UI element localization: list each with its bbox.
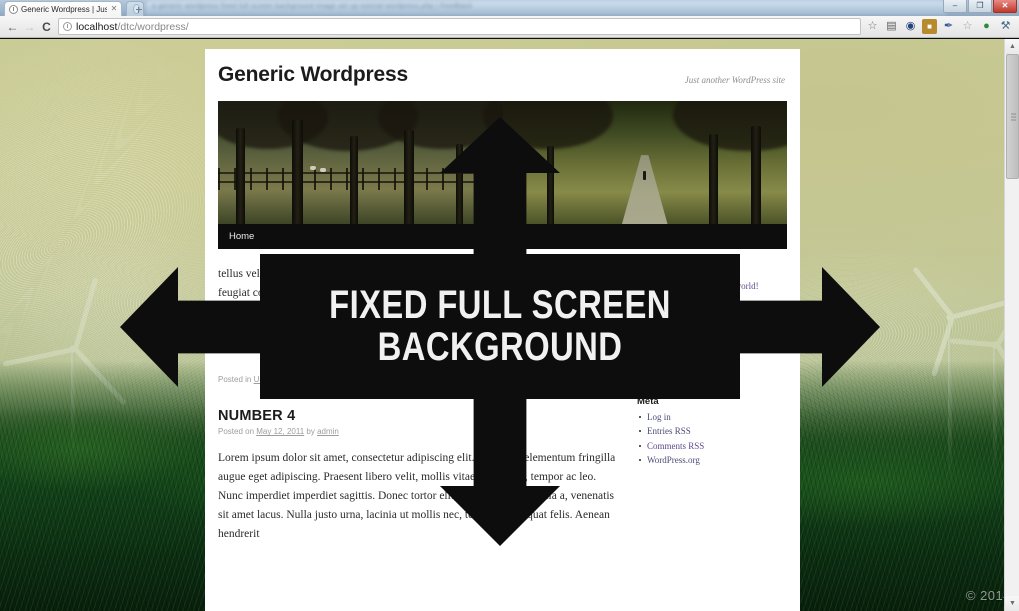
widget-list: Mr WordPress on Hello world!: [637, 279, 787, 294]
new-tab-button[interactable]: [126, 1, 144, 16]
reload-button[interactable]: C: [38, 18, 55, 35]
eyedropper-icon[interactable]: ✒: [941, 19, 956, 34]
category-link[interactable]: Uncategorized: [647, 368, 699, 378]
meta-separator: |: [307, 375, 310, 385]
widget-categories: Categories Uncategorized: [637, 352, 787, 381]
widget-list: May 2011: [637, 323, 787, 338]
list-item: Mr WordPress on Hello world!: [637, 279, 787, 294]
widget-title: Archives: [637, 308, 678, 320]
sidebar: Recent Comments Mr WordPress on Hello wo…: [637, 265, 787, 553]
list-item: May 2011: [637, 323, 787, 338]
browser-toolbar: ← → C localhost/dtc/wordpress/ ☆ ▤ ◉ ■ ✒…: [0, 16, 1019, 38]
comment-author-link[interactable]: Mr WordPress: [647, 281, 699, 291]
list-item: Comments RSS: [637, 439, 787, 454]
list-item: Entries RSS: [637, 424, 787, 439]
page-globe-icon: [63, 22, 72, 31]
background-tab-title: a generic wordpress fixed full screen ba…: [152, 3, 473, 10]
widget-recent-comments: Recent Comments Mr WordPress on Hello wo…: [637, 265, 787, 294]
header-image-left-trees: [218, 101, 508, 224]
list-item: Uncategorized: [637, 366, 787, 381]
post-category-link[interactable]: Uncategorized: [254, 375, 306, 384]
widget-meta: Meta Log in Entries RSS Comments RSS Wor…: [637, 396, 787, 468]
site-content: tellus vel metus sed feugiat. Etiam non …: [218, 249, 787, 553]
meta-wordpress-org-link[interactable]: WordPress.org: [647, 455, 700, 465]
browser-window: a generic wordpress fixed full screen ba…: [0, 0, 1019, 611]
posted-on-label: Posted on: [218, 427, 255, 437]
widget-list: Uncategorized: [637, 366, 787, 381]
meta-login-link[interactable]: Log in: [647, 412, 671, 422]
globe-icon: [9, 4, 18, 14]
maximize-icon: ❐: [976, 1, 984, 10]
arrow-left-icon: ←: [6, 19, 19, 34]
url-path: /dtc/wordpress/: [117, 20, 189, 33]
post-date-2: Posted on May 12, 2011 by admin: [218, 427, 621, 436]
url-host: localhost: [76, 20, 118, 33]
arrow-right-icon: →: [23, 19, 36, 34]
widget-title: Categories: [637, 352, 687, 364]
plus-icon: [133, 4, 142, 14]
close-icon[interactable]: ✕: [110, 5, 118, 13]
wrench-menu-icon[interactable]: ⚒: [998, 19, 1013, 34]
address-bar[interactable]: localhost/dtc/wordpress/: [58, 18, 861, 35]
minimize-button[interactable]: –: [943, 0, 967, 13]
scrollbar-thumb[interactable]: [1006, 54, 1019, 179]
background-tab-blurred[interactable]: a generic wordpress fixed full screen ba…: [146, 1, 946, 15]
bookmark-star-icon[interactable]: ☆: [865, 19, 880, 34]
tabstrip: a generic wordpress fixed full screen ba…: [0, 0, 1019, 16]
browser-tab-active[interactable]: Generic Wordpress | Just an ✕: [4, 1, 122, 16]
window-controls: – ❐ ✕: [943, 0, 1017, 13]
main-column: tellus vel metus sed feugiat. Etiam non …: [218, 265, 621, 553]
image-extension-icon[interactable]: ■: [922, 19, 937, 34]
site-header-image: [218, 101, 787, 224]
posted-in-label: Posted in: [218, 375, 252, 385]
nav-item-home[interactable]: Home: [218, 224, 265, 249]
widget-list: Log in Entries RSS Comments RSS WordPres…: [637, 410, 787, 468]
close-icon: ✕: [1001, 1, 1009, 10]
wordpress-site: Generic Wordpress Just another WordPress…: [205, 49, 800, 611]
site-description: Just another WordPress site: [684, 75, 785, 85]
comment-connector: on: [701, 281, 711, 291]
minimize-icon: –: [952, 1, 958, 10]
scroll-up-arrow-icon[interactable]: ▲: [1005, 39, 1019, 54]
post-date-link[interactable]: May 12, 2011: [256, 427, 304, 436]
walker-figure: [643, 170, 647, 180]
forward-button[interactable]: →: [21, 18, 38, 35]
post-meta-1: Posted in Uncategorized | Leave a commen…: [218, 375, 621, 384]
widget-archives: Archives May 2011: [637, 309, 787, 338]
header-image-right-lane: [482, 101, 787, 224]
site-header: Generic Wordpress Just another WordPress…: [218, 49, 787, 101]
list-item: Log in: [637, 410, 787, 425]
list-item: WordPress.org: [637, 453, 787, 468]
maximize-button[interactable]: ❐: [968, 0, 992, 13]
outline-star-icon[interactable]: ☆: [960, 19, 975, 34]
page-viewport: © 2014 Generic Wordpress Just another Wo…: [0, 39, 1019, 611]
toolbar-icons: ☆ ▤ ◉ ■ ✒ ☆ ● ⚒: [865, 19, 1015, 34]
by-label: by: [306, 427, 315, 437]
ruler-icon[interactable]: ▤: [884, 19, 899, 34]
post-author-link[interactable]: admin: [317, 427, 339, 436]
post-title-2[interactable]: NUMBER 4: [218, 408, 621, 424]
meta-entries-rss-link[interactable]: Entries RSS: [647, 426, 691, 436]
reload-icon: C: [42, 19, 51, 34]
archive-link[interactable]: May 2011: [647, 325, 683, 335]
leave-comment-link[interactable]: Leave a comment: [312, 375, 376, 384]
path: [621, 155, 668, 224]
browser-tab-strip: a generic wordpress fixed full screen ba…: [0, 0, 1019, 16]
meta-comments-rss-link[interactable]: Comments RSS: [647, 441, 704, 451]
close-window-button[interactable]: ✕: [993, 0, 1017, 13]
url-text: localhost/dtc/wordpress/: [76, 21, 189, 33]
comment-post-link[interactable]: Hello world!: [712, 281, 758, 291]
droplet-icon[interactable]: ●: [979, 19, 994, 34]
scroll-down-arrow-icon[interactable]: ▼: [1005, 596, 1019, 611]
page-scrollbar[interactable]: ▲ ▼: [1004, 39, 1019, 611]
post-body-1: tellus vel metus sed feugiat. Etiam non …: [218, 268, 616, 356]
post-body-2: Lorem ipsum dolor sit amet, consectetur …: [218, 452, 616, 540]
browser-tab-title: Generic Wordpress | Just an: [21, 4, 107, 14]
clock-badge-icon[interactable]: ◉: [903, 19, 918, 34]
widget-title: Meta: [637, 395, 659, 407]
site-inner: Generic Wordpress Just another WordPress…: [205, 49, 800, 553]
back-button[interactable]: ←: [4, 18, 21, 35]
site-nav: Home: [218, 224, 787, 249]
widget-title: Recent Comments: [637, 265, 721, 276]
